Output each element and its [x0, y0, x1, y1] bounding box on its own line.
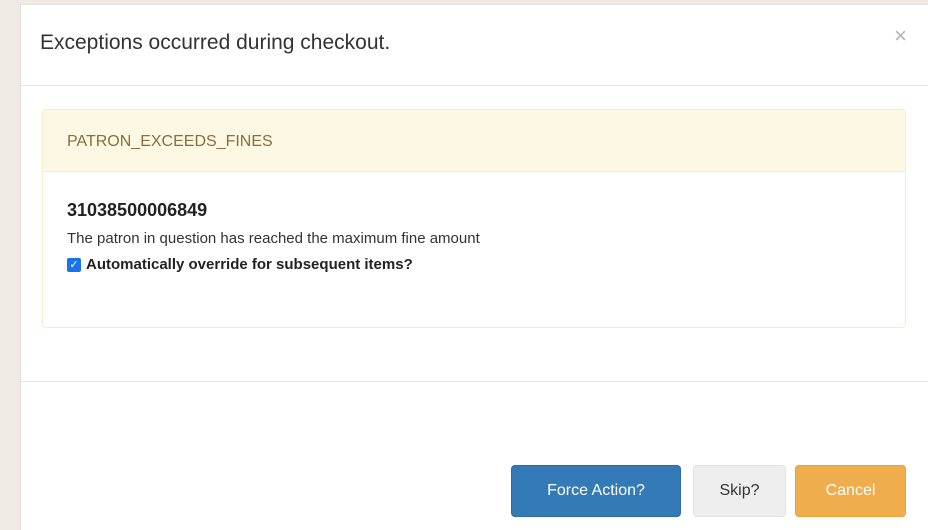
exception-panel: PATRON_EXCEEDS_FINES 31038500006849 The …: [42, 109, 906, 328]
item-barcode: 31038500006849: [67, 200, 208, 220]
exception-content: 31038500006849 The patron in question ha…: [43, 172, 905, 273]
override-checkbox[interactable]: ✓: [67, 257, 81, 272]
modal-footer: Force Action? Skip? Cancel: [21, 381, 928, 530]
override-row[interactable]: ✓ Automatically override for subsequent …: [67, 256, 905, 273]
skip-button[interactable]: Skip?: [693, 465, 786, 517]
modal-body: PATRON_EXCEEDS_FINES 31038500006849 The …: [21, 87, 928, 383]
exceptions-modal: Exceptions occurred during checkout. × P…: [20, 4, 928, 530]
modal-title: Exceptions occurred during checkout.: [40, 31, 391, 54]
close-icon[interactable]: ×: [894, 25, 907, 47]
modal-header: Exceptions occurred during checkout. ×: [21, 5, 928, 86]
override-label[interactable]: Automatically override for subsequent it…: [86, 256, 413, 273]
exception-message: The patron in question has reached the m…: [67, 230, 480, 247]
cancel-button[interactable]: Cancel: [795, 465, 906, 517]
force-action-button[interactable]: Force Action?: [511, 465, 681, 517]
exception-code: PATRON_EXCEEDS_FINES: [43, 110, 905, 172]
